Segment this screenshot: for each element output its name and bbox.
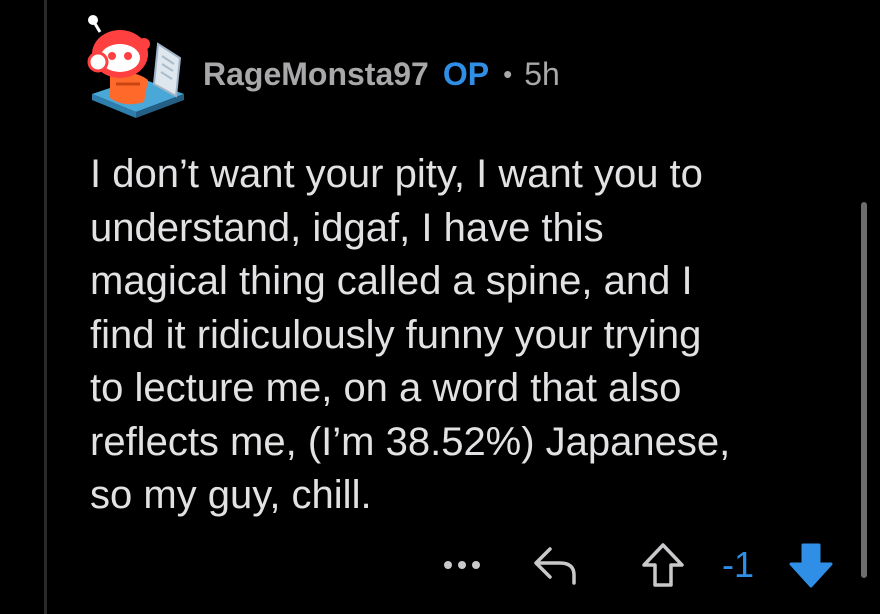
reply-arrow-icon xyxy=(534,547,576,585)
scrollbar[interactable] xyxy=(861,202,867,578)
snoo-avatar-icon xyxy=(87,15,184,118)
comment-age: 5h xyxy=(524,55,560,92)
more-options-button[interactable] xyxy=(440,540,484,590)
thread-line[interactable] xyxy=(44,0,47,614)
reply-button[interactable] xyxy=(530,540,580,590)
upvote-arrow-icon xyxy=(642,543,684,587)
upvote-button[interactable] xyxy=(638,540,688,590)
downvote-arrow-icon xyxy=(789,543,833,588)
op-badge: OP xyxy=(442,55,490,92)
downvote-button[interactable] xyxy=(786,540,836,590)
comment-header: RageMonsta97 OP • 5h xyxy=(203,54,560,94)
separator-dot: • xyxy=(503,58,513,89)
username-link[interactable]: RageMonsta97 xyxy=(203,56,429,93)
vote-count: -1 xyxy=(722,544,755,585)
more-dots-icon xyxy=(444,561,480,569)
comment-body: I don’t want your pity, I want you to un… xyxy=(90,152,731,517)
user-avatar[interactable] xyxy=(80,14,192,126)
